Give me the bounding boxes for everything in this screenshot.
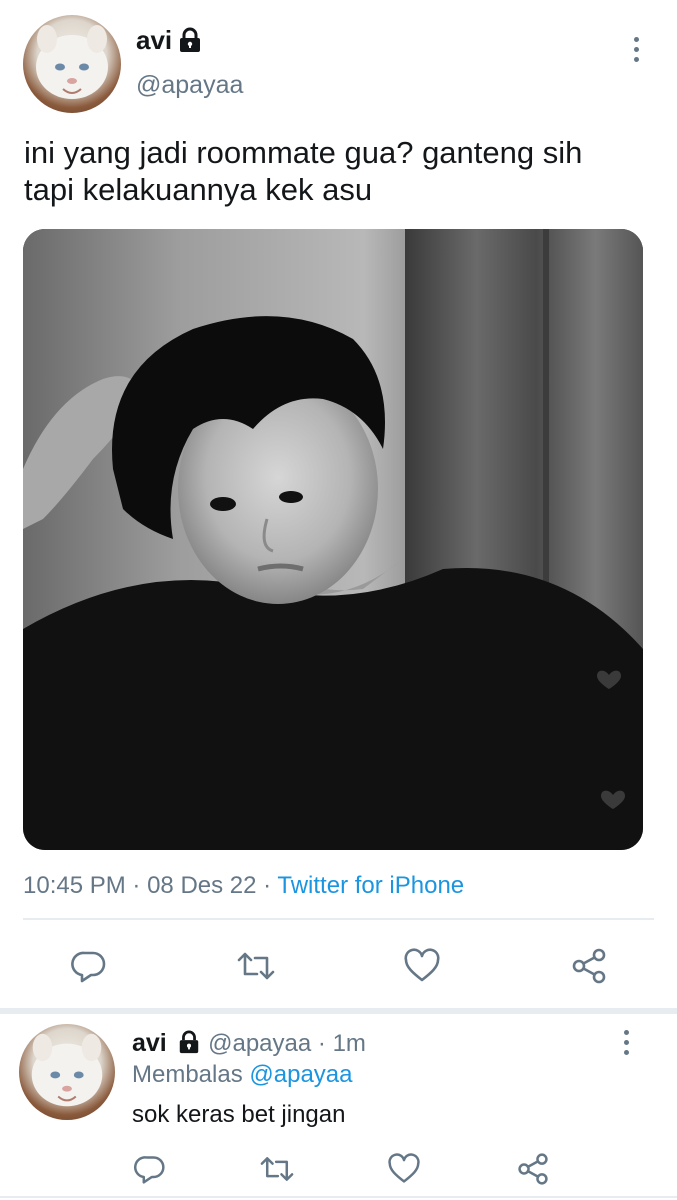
tweet-date: 08 Des 22 bbox=[147, 872, 257, 899]
meta-separator: · bbox=[263, 872, 272, 899]
tweet-photo[interactable] bbox=[23, 229, 643, 850]
tweet-text-line-1: ini yang jadi roommate gua? ganteng sih bbox=[24, 135, 583, 170]
section-divider bbox=[0, 1008, 677, 1014]
lock-icon bbox=[177, 27, 203, 53]
heart-icon[interactable] bbox=[403, 948, 441, 984]
reply-age: 1m bbox=[332, 1030, 366, 1057]
reply-text: sok keras bet jingan bbox=[132, 1101, 346, 1128]
divider bbox=[0, 1196, 677, 1198]
replying-to-mention[interactable]: @apayaa bbox=[249, 1061, 352, 1088]
retweet-icon[interactable] bbox=[259, 1153, 295, 1185]
author-handle[interactable]: @apayaa bbox=[136, 71, 243, 100]
tweet-text-line-2: tapi kelakuannya kek asu bbox=[24, 172, 373, 207]
reply-header: avi @apayaa · 1m bbox=[132, 1029, 366, 1058]
tweet-meta: 10:45 PM · 08 Des 22 · Twitter for iPhon… bbox=[23, 872, 464, 900]
heart-icon[interactable] bbox=[387, 1153, 421, 1185]
more-vertical-icon[interactable] bbox=[626, 37, 646, 62]
tweet-time: 10:45 PM bbox=[23, 872, 126, 899]
reply-author-avatar[interactable] bbox=[19, 1024, 115, 1120]
photo-image bbox=[23, 229, 643, 850]
divider bbox=[23, 918, 654, 920]
reply-icon[interactable] bbox=[134, 1153, 166, 1185]
tweet-source-link[interactable]: Twitter for iPhone bbox=[277, 872, 464, 899]
share-icon[interactable] bbox=[516, 1152, 550, 1186]
share-icon[interactable] bbox=[570, 947, 608, 985]
replying-label: Membalas bbox=[132, 1061, 243, 1088]
retweet-icon[interactable] bbox=[236, 948, 276, 984]
author-name[interactable]: avi bbox=[136, 25, 172, 56]
tweet-text: ini yang jadi roommate gua? ganteng sih … bbox=[24, 134, 654, 208]
more-vertical-icon[interactable] bbox=[616, 1030, 636, 1055]
meta-separator: · bbox=[317, 1030, 326, 1057]
lock-icon bbox=[177, 1030, 201, 1054]
reply-author-handle[interactable]: @apayaa bbox=[208, 1030, 311, 1057]
author-avatar[interactable] bbox=[23, 15, 121, 113]
reply-icon[interactable] bbox=[71, 948, 107, 984]
replying-to: Membalas @apayaa bbox=[132, 1061, 353, 1089]
meta-separator: · bbox=[132, 872, 141, 899]
reply-author-name[interactable]: avi bbox=[132, 1029, 167, 1057]
